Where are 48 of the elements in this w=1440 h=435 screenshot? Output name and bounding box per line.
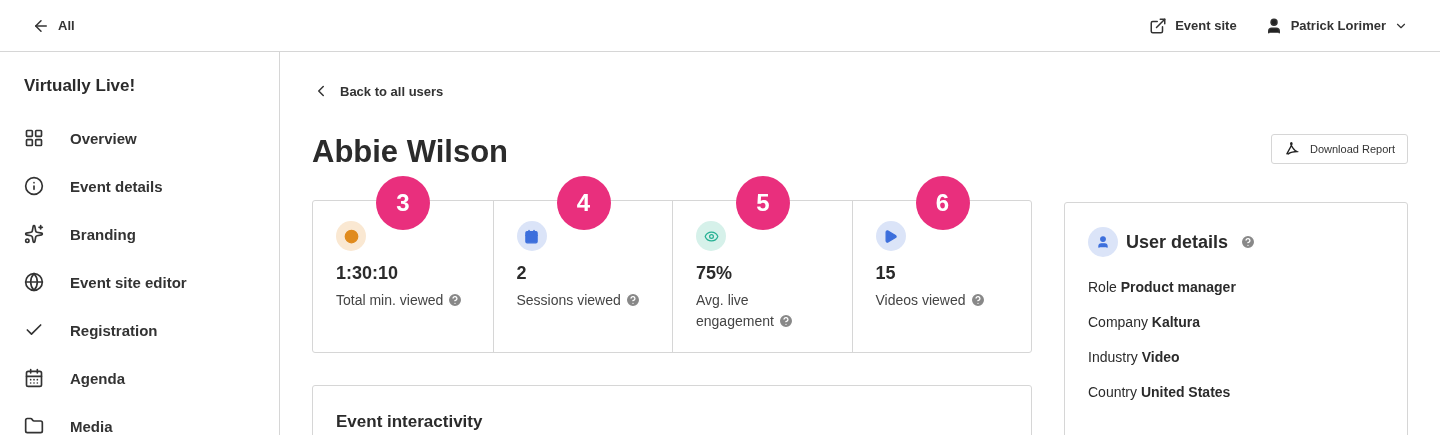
download-report-button[interactable]: Download Report	[1271, 134, 1408, 164]
back-link[interactable]: Back to all users	[312, 82, 444, 100]
detail-row: Role Product manager	[1088, 279, 1236, 295]
card-title: Event interactivity	[336, 412, 483, 432]
folder-icon	[24, 416, 44, 435]
detail-row: Industry Video	[1088, 349, 1180, 365]
help-icon[interactable]	[624, 292, 641, 308]
play-icon	[875, 221, 906, 251]
user-icon	[1088, 227, 1118, 257]
stat-label: Sessions viewed	[516, 290, 649, 311]
globe-icon	[24, 272, 44, 292]
sidebar-item[interactable]: Agenda	[24, 354, 279, 402]
sidebar-item[interactable]: Media	[24, 402, 279, 435]
sidebar-item[interactable]: Event details	[24, 162, 279, 210]
back-link[interactable]: All	[32, 16, 75, 35]
stat-value: 1:30:10	[336, 263, 399, 284]
help-icon[interactable]	[1240, 234, 1257, 250]
number-callout: 6	[915, 176, 970, 230]
number-callout: 4	[556, 176, 611, 230]
stat-label: Total min. viewed	[336, 290, 470, 311]
calendar-icon	[516, 221, 547, 251]
eye-icon	[696, 221, 726, 251]
sidebar-item[interactable]: Branding	[24, 210, 279, 258]
detail-row: Company Kaltura	[1088, 314, 1201, 330]
user-menu[interactable]: Patrick Lorimer	[1264, 16, 1408, 35]
external-link-icon	[1149, 16, 1168, 35]
grid-icon	[24, 128, 44, 148]
stat-value: 15	[875, 263, 896, 284]
calendar-icon	[24, 368, 44, 388]
event-title: Virtually Live!	[24, 76, 137, 96]
sidebar-item[interactable]: Overview	[24, 114, 279, 162]
stat-value: 2	[516, 263, 527, 284]
help-icon[interactable]	[447, 292, 464, 308]
number-callout: 3	[376, 176, 430, 230]
help-icon[interactable]	[777, 313, 794, 329]
card-title: User details	[1126, 231, 1229, 253]
stat-label: Videos viewed	[875, 290, 1008, 311]
help-icon[interactable]	[969, 292, 986, 308]
user-name: Abbie Wilson	[312, 134, 509, 170]
number-callout: 5	[736, 176, 790, 230]
stat-value: 75%	[696, 263, 733, 284]
event-site-link[interactable]: Event site	[1149, 16, 1237, 35]
detail-row: Country United States	[1088, 384, 1231, 400]
sidebar-item[interactable]: Event site editor	[24, 258, 279, 306]
sparkles-icon	[24, 224, 44, 244]
sidebar-item[interactable]: Registration	[24, 306, 279, 354]
stat-label: Avg. live engagement	[696, 290, 829, 332]
info-icon	[24, 176, 44, 196]
